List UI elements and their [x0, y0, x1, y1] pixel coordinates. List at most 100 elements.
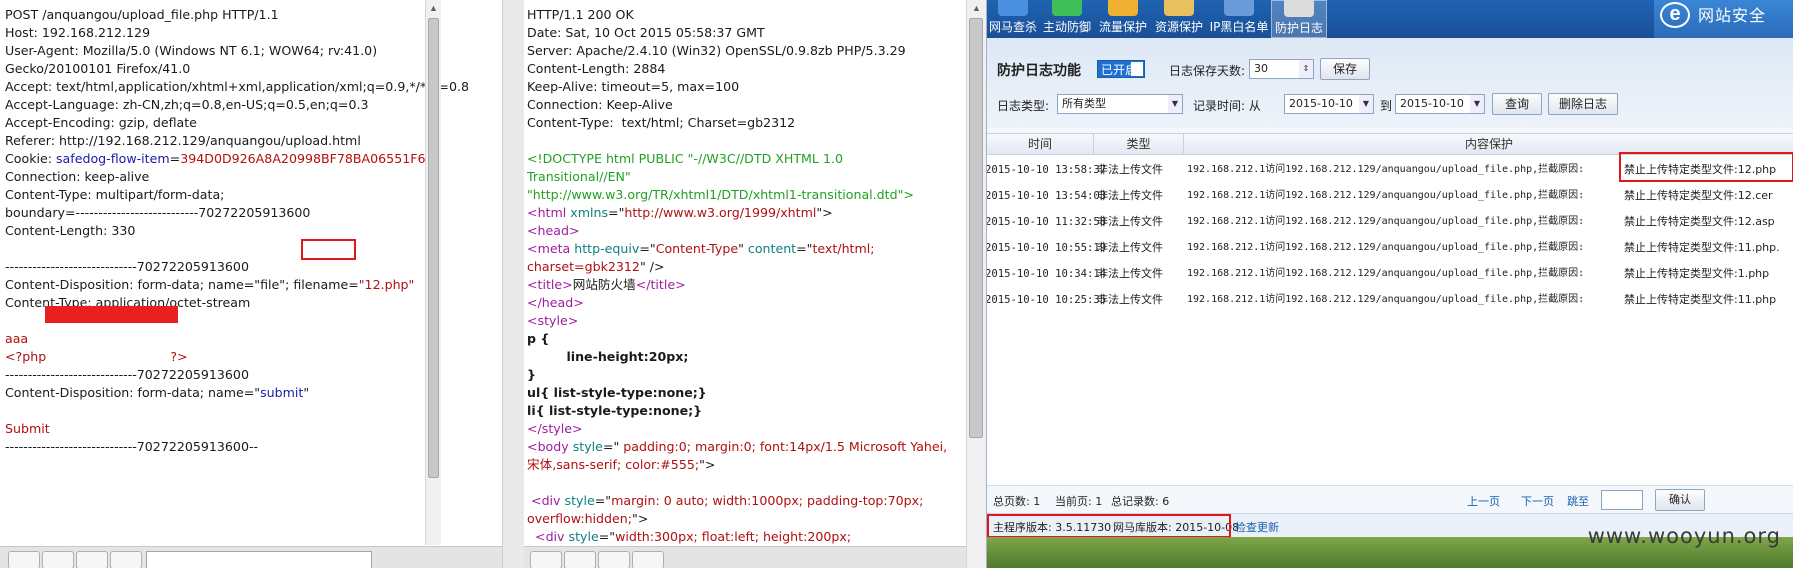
request-line: -----------------------------70272205913… — [5, 366, 469, 384]
request-pane[interactable]: POST /anquangou/upload_file.php HTTP/1.1… — [0, 0, 503, 568]
response-pane[interactable]: HTTP/1.1 200 OK Date: Sat, 10 Oct 2015 05… — [524, 0, 986, 568]
response-token: "> — [699, 457, 716, 472]
current-page: 当前页: 1 — [1055, 495, 1103, 508]
request-line: -----------------------------70272205913… — [5, 438, 469, 456]
nav-1[interactable]: 网马查杀 — [987, 0, 1039, 38]
date-to-input[interactable]: 2015-10-10 ▼ — [1395, 94, 1485, 114]
request-line: aaa — [5, 330, 469, 348]
response-token: Content-Length: 2884 — [527, 61, 666, 76]
response-token: Keep-Alive: timeout=5, max=100 — [527, 79, 740, 94]
scroll-up-icon[interactable]: ▲ — [426, 0, 441, 16]
response-token: =" — [602, 439, 620, 454]
nav-3[interactable]: 流量保护 — [1095, 0, 1151, 38]
save-button[interactable]: 保存 — [1320, 58, 1370, 80]
nav-5[interactable]: IP黑白名单 — [1207, 0, 1271, 38]
resp-next-button[interactable] — [632, 551, 664, 568]
response-vscroll[interactable]: ▲ — [966, 0, 986, 568]
nav-icon — [1284, 0, 1314, 17]
resp-prev-button[interactable] — [564, 551, 596, 568]
response-line: line-height:20px; — [527, 348, 951, 366]
response-line: <!DOCTYPE html PUBLIC "-//W3C//DTD XHTML… — [527, 150, 951, 168]
date-to-dropdown-icon[interactable]: ▼ — [1470, 95, 1484, 113]
response-line: charset=gbk2312" /> — [527, 258, 951, 276]
response-token: text/html; — [812, 241, 875, 256]
request-line: Cookie: safedog-flow-item=394D0D926A8A20… — [5, 150, 469, 168]
request-scrollbar[interactable]: ▲ — [425, 0, 441, 545]
request-token: boundary=---------------------------7027… — [5, 205, 311, 220]
response-token: =" — [594, 493, 612, 508]
add-button[interactable] — [76, 551, 108, 568]
brand-logo: e 网站安全 — [1654, 0, 1793, 38]
response-token: <head> — [527, 223, 580, 238]
date-from-dropdown-icon[interactable]: ▼ — [1359, 95, 1373, 113]
response-token: style — [564, 493, 595, 508]
e-logo-icon: e — [1660, 2, 1690, 28]
table-row[interactable]: 2015-10-10 10:25:35 非法上传文件 192.168.212.1访问… — [987, 287, 1793, 313]
table-row[interactable]: 2015-10-10 10:55:19 非法上传文件 192.168.212.1访问… — [987, 235, 1793, 261]
response-token: <style> — [527, 313, 579, 328]
chevron-down-icon[interactable]: ▼ — [1168, 95, 1182, 113]
request-token: ?> — [170, 349, 188, 364]
cell-reason: 禁止上传特定类型文件:12.cer — [1624, 189, 1773, 202]
request-token: Submit — [5, 421, 50, 436]
pane-splitter[interactable] — [503, 0, 524, 568]
table-row[interactable]: 2015-10-10 10:34:14 非法上传文件 192.168.212.1访问… — [987, 261, 1793, 287]
table-row[interactable]: 2015-10-10 13:54:03 非法上传文件 192.168.212.1访问… — [987, 183, 1793, 209]
col-type[interactable]: 类型 — [1094, 134, 1184, 154]
check-update-link[interactable]: 检查更新 — [1235, 519, 1279, 535]
total-records: 总记录数: 6 — [1111, 495, 1170, 508]
spinner-icon[interactable]: ⇕ — [1299, 60, 1313, 78]
toggle-knob[interactable] — [1131, 62, 1143, 76]
response-token: body — [537, 439, 573, 454]
total-pages: 总页数: 1 — [993, 495, 1041, 508]
query-button[interactable]: 查询 — [1492, 93, 1542, 115]
nav-4[interactable]: 资源保护 — [1151, 0, 1207, 38]
request-line — [5, 240, 469, 258]
delete-log-button[interactable]: 删除日志 — [1548, 93, 1618, 115]
next-button[interactable] — [110, 551, 142, 568]
filter-panel — [987, 38, 1793, 128]
col-content[interactable]: 内容保护 — [1184, 134, 1793, 154]
nav-2[interactable]: 主动防御 — [1039, 0, 1095, 38]
enabled-badge[interactable]: 已开启 — [1097, 60, 1145, 78]
response-scroll-thumb[interactable] — [969, 18, 983, 438]
request-text[interactable]: POST /anquangou/upload_file.php HTTP/1.1… — [5, 6, 469, 456]
request-token: -----------------------------70272205913… — [5, 439, 259, 454]
confirm-button[interactable]: 确认 — [1655, 489, 1705, 511]
nav-label: 资源保护 — [1154, 20, 1203, 34]
request-token: aaa — [5, 331, 29, 346]
log-type-select[interactable]: 所有类型 ▼ — [1057, 94, 1183, 114]
response-token: html — [537, 205, 571, 220]
request-line: Referer: http://192.168.212.129/anquango… — [5, 132, 469, 150]
resp-scroll-up-icon[interactable]: ▲ — [967, 0, 986, 16]
request-line: Content-Type: multipart/form-data; — [5, 186, 469, 204]
request-line — [5, 402, 469, 420]
col-time[interactable]: 时间 — [987, 134, 1094, 154]
request-token: -----------------------------70272205913… — [5, 259, 249, 274]
date-from-input[interactable]: 2015-10-10 ▼ — [1284, 94, 1374, 114]
response-token: <!DOCTYPE html PUBLIC "-//W3C//DTD XHTML… — [527, 151, 843, 166]
resp-add-button[interactable] — [598, 551, 630, 568]
response-line: <title>网站防火墙</title> — [527, 276, 951, 294]
response-line: <html xmlns="http://www.w3.org/1999/xhtm… — [527, 204, 951, 222]
nav-icon — [998, 0, 1028, 16]
response-line: Content-Length: 2884 — [527, 60, 951, 78]
next-page-link[interactable]: 下一页 — [1521, 493, 1554, 509]
help-button[interactable] — [8, 551, 40, 568]
response-token: style — [568, 529, 599, 544]
nav-6[interactable]: 防护日志 — [1271, 0, 1327, 38]
prev-button[interactable] — [42, 551, 74, 568]
response-token: <title> — [527, 277, 573, 292]
request-search-input[interactable] — [146, 551, 372, 568]
table-row[interactable]: 2015-10-10 11:32:58 非法上传文件 192.168.212.1访问… — [987, 209, 1793, 235]
response-line — [527, 132, 951, 150]
prev-page-link[interactable]: 上一页 — [1467, 493, 1500, 509]
request-token: = — [169, 151, 181, 166]
request-scroll-thumb[interactable] — [428, 18, 439, 478]
nav-label: IP黑白名单 — [1209, 20, 1269, 34]
request-token: " — [303, 385, 310, 400]
response-text[interactable]: HTTP/1.1 200 OK Date: Sat, 10 Oct 2015 05… — [527, 6, 951, 564]
jump-page-input[interactable] — [1601, 490, 1643, 510]
keep-days-input[interactable]: 30 ⇕ — [1249, 59, 1314, 79]
resp-help-button[interactable] — [530, 551, 562, 568]
